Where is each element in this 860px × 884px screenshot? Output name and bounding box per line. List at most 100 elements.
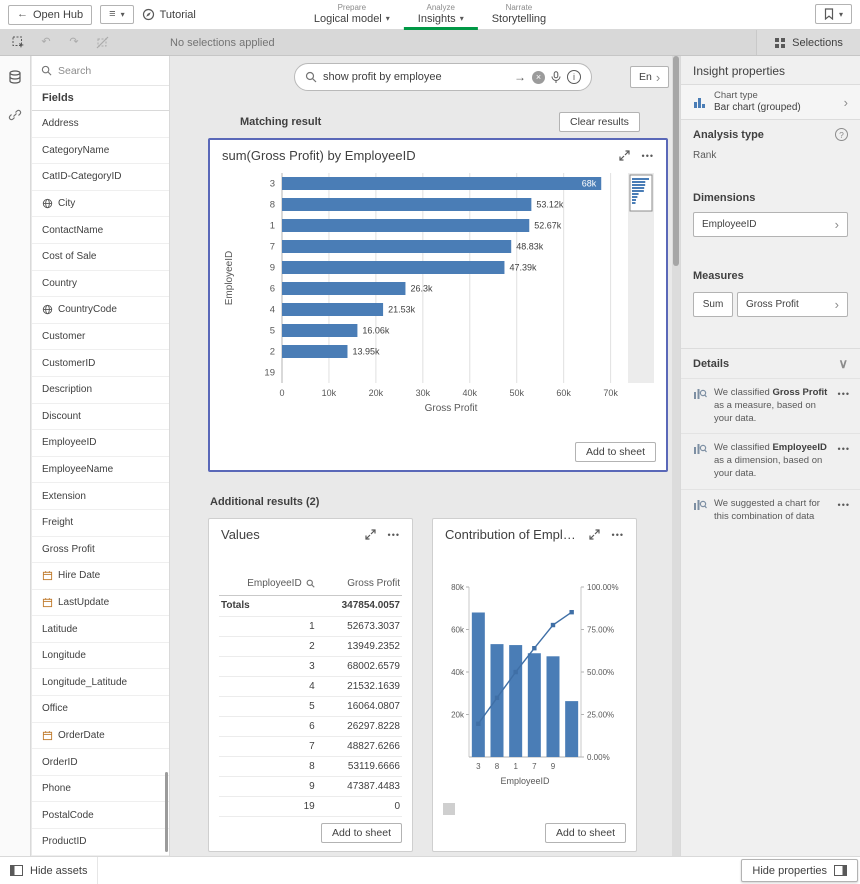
main-scrollbar-thumb[interactable] [673,56,679,266]
chart-scroll-thumb[interactable] [443,803,455,815]
field-item-customer[interactable]: Customer [32,324,169,351]
fields-rail-button[interactable] [4,66,26,88]
tutorial-link[interactable]: Tutorial [142,8,196,21]
clear-selections-button[interactable] [90,33,114,53]
field-item-latitude[interactable]: Latitude [32,616,169,643]
info-icon[interactable]: i [567,70,581,84]
field-item-gross-profit[interactable]: Gross Profit [32,537,169,564]
hide-assets-button[interactable]: Hide assets [0,857,98,884]
selections-tool-button[interactable] [6,33,30,53]
table-row[interactable]: 748827.6266 [219,736,402,756]
table-row[interactable]: 421532.1639 [219,676,402,696]
field-item-longitude[interactable]: Longitude [32,643,169,670]
step-forward-button[interactable]: ↷ [62,33,86,53]
field-item-cost-of-sale[interactable]: Cost of Sale [32,244,169,271]
field-item-postalcode[interactable]: PostalCode [32,802,169,829]
table-row[interactable]: 947387.4483 [219,776,402,796]
values-result-card[interactable]: Values ••• EmployeeID [208,518,413,852]
more-options-icon[interactable]: ••• [838,500,850,524]
clear-results-button[interactable]: Clear results [559,112,640,132]
details-toggle[interactable]: Details ∨ [681,349,860,378]
column-header-employeeid[interactable]: EmployeeID [219,573,317,595]
field-item-customerid[interactable]: CustomerID [32,350,169,377]
step-back-button[interactable]: ↶ [34,33,58,53]
matching-result-card[interactable]: sum(Gross Profit) by EmployeeID ••• 010k… [208,138,668,472]
field-item-lastupdate[interactable]: LastUpdate [32,590,169,617]
hide-properties-button[interactable]: Hide properties [741,859,858,882]
field-item-catid-categoryid[interactable]: CatID-CategoryID [32,164,169,191]
bookmark-button[interactable]: ▾ [815,4,852,24]
detail-item-measure[interactable]: We classified Gross Profit as a measure,… [681,378,860,433]
bar-chart[interactable]: 010k20k30k40k50k60k70k368k853.12k152.67k… [218,167,658,417]
table-row[interactable]: 626297.8228 [219,716,402,736]
field-item-countrycode[interactable]: CountryCode [32,297,169,324]
selections-panel-toggle[interactable]: Selections [756,30,860,55]
aggregation-button[interactable]: Sum [693,292,733,317]
field-item-freight[interactable]: Freight [32,510,169,537]
nav-narrate[interactable]: Narrate Storytelling [478,0,560,30]
table-row[interactable]: 213949.2352 [219,636,402,656]
field-item-orderdate[interactable]: OrderDate [32,723,169,750]
more-options-icon[interactable]: ••• [388,530,400,540]
field-item-employeeid[interactable]: EmployeeID [32,430,169,457]
table-row[interactable]: 368002.6579 [219,656,402,676]
field-label: Phone [42,783,71,794]
field-label: Discount [42,411,81,422]
field-item-employeename[interactable]: EmployeeName [32,457,169,484]
field-item-city[interactable]: City [32,191,169,218]
field-item-hire-date[interactable]: Hire Date [32,563,169,590]
nav-prepare[interactable]: Prepare Logical model ▾ [300,0,404,30]
field-item-phone[interactable]: Phone [32,776,169,803]
field-item-contactname[interactable]: ContactName [32,217,169,244]
fields-search[interactable] [32,56,169,86]
main-scrollbar[interactable] [672,56,680,856]
open-hub-button[interactable]: ← Open Hub [8,5,92,25]
contribution-result-card[interactable]: Contribution of Employe... ••• 20k40k60k… [432,518,637,852]
field-item-country[interactable]: Country [32,271,169,298]
expand-icon[interactable] [619,150,630,161]
detail-item-suggestion[interactable]: We suggested a chart for this combinatio… [681,489,860,532]
field-item-discount[interactable]: Discount [32,404,169,431]
language-button[interactable]: En › [630,66,669,88]
measure-button[interactable]: Gross Profit › [737,292,848,317]
table-row[interactable]: 853119.6666 [219,756,402,776]
detail-item-dimension[interactable]: We classified EmployeeID as a dimension,… [681,433,860,488]
field-item-orderid[interactable]: OrderID [32,749,169,776]
column-search-icon[interactable] [306,579,315,588]
links-rail-button[interactable] [4,104,26,126]
svg-text:40k: 40k [463,388,478,398]
add-to-sheet-button[interactable]: Add to sheet [575,442,656,462]
insight-search-box[interactable]: → × i [294,63,592,91]
more-options-icon[interactable]: ••• [838,389,850,425]
table-row[interactable]: 152673.3037 [219,616,402,636]
add-to-sheet-button[interactable]: Add to sheet [545,823,626,843]
nav-analyze[interactable]: Analyze Insights ▾ [404,0,478,30]
table-row[interactable]: 190 [219,796,402,816]
add-to-sheet-button[interactable]: Add to sheet [321,823,402,843]
more-options-icon[interactable]: ••• [612,530,624,540]
chart-type-row[interactable]: Chart type Bar chart (grouped) › [681,84,860,120]
field-item-office[interactable]: Office [32,696,169,723]
more-options-icon[interactable]: ••• [642,151,654,161]
pareto-chart[interactable]: 20k40k60k80k0.00%25.00%50.00%75.00%100.0… [439,577,631,791]
field-item-address[interactable]: Address [32,111,169,138]
microphone-icon[interactable] [551,71,561,84]
expand-icon[interactable] [365,529,376,540]
field-item-productid[interactable]: ProductID [32,829,169,856]
clear-search-icon[interactable]: × [532,71,545,84]
more-options-icon[interactable]: ••• [838,444,850,480]
expand-icon[interactable] [589,529,600,540]
column-header-gross-profit[interactable]: Gross Profit [317,573,402,595]
fields-scrollbar[interactable] [165,772,168,852]
field-item-categoryname[interactable]: CategoryName [32,138,169,165]
field-item-description[interactable]: Description [32,377,169,404]
global-menu-button[interactable]: ≡ ▾ [100,5,133,24]
field-item-extension[interactable]: Extension [32,483,169,510]
submit-arrow-icon[interactable]: → [514,71,526,83]
insight-search-input[interactable] [323,71,508,83]
help-icon[interactable]: ? [835,128,848,141]
fields-search-input[interactable] [58,65,160,77]
table-row[interactable]: 516064.0807 [219,696,402,716]
dimension-button[interactable]: EmployeeID › [693,212,848,237]
field-item-longitude-latitude[interactable]: Longitude_Latitude [32,669,169,696]
